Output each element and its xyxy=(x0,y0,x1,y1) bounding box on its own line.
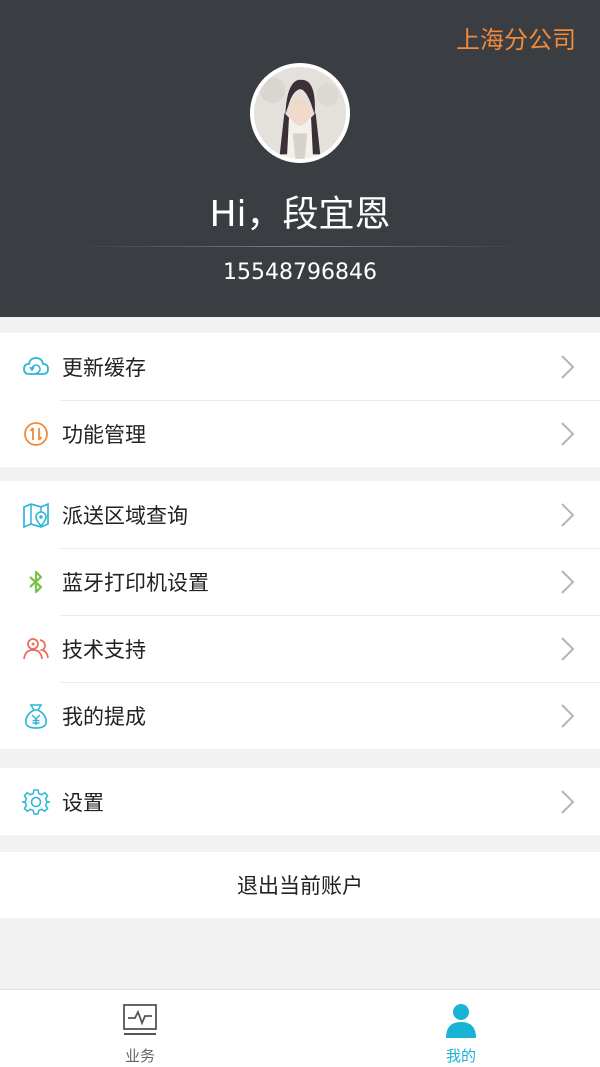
menu-item-tech-support[interactable]: 技术支持 xyxy=(0,615,600,682)
menu-item-feature-management[interactable]: 功能管理 xyxy=(0,400,600,467)
chevron-right-icon xyxy=(560,789,576,815)
activity-monitor-icon xyxy=(122,1002,158,1038)
chevron-right-icon xyxy=(560,421,576,447)
menu-group-cache: 更新缓存 功能管理 xyxy=(0,333,600,467)
tab-label: 我的 xyxy=(445,1047,476,1065)
menu-item-settings[interactable]: 设置 xyxy=(0,768,600,835)
menu-item-label: 我的提成 xyxy=(62,704,146,729)
menu-item-update-cache[interactable]: 更新缓存 xyxy=(0,333,600,400)
gear-icon xyxy=(22,788,50,816)
cloud-refresh-icon xyxy=(22,353,50,381)
menu-group-tools: 派送区域查询 蓝牙打印机设置 技术支持 我的提成 xyxy=(0,481,600,749)
logout-button[interactable]: 退出当前账户 xyxy=(0,852,600,918)
chevron-right-icon xyxy=(560,703,576,729)
bottom-tab-bar: 业务 我的 xyxy=(0,989,600,1067)
menu-item-label: 技术支持 xyxy=(62,637,146,662)
menu-item-delivery-area[interactable]: 派送区域查询 xyxy=(0,481,600,548)
bluetooth-icon xyxy=(22,568,50,596)
map-pin-icon xyxy=(22,501,50,529)
tab-mine[interactable]: 我的 xyxy=(401,990,521,1067)
chevron-right-icon xyxy=(560,502,576,528)
user-icon xyxy=(443,1002,479,1038)
tab-label: 业务 xyxy=(124,1047,155,1065)
chevron-right-icon xyxy=(560,569,576,595)
money-bag-icon xyxy=(22,702,50,730)
chevron-right-icon xyxy=(560,354,576,380)
swap-circle-icon xyxy=(22,420,50,448)
menu-item-label: 蓝牙打印机设置 xyxy=(62,570,209,595)
header-divider xyxy=(70,246,530,247)
greeting-text: Hi，段宜恩 xyxy=(209,194,391,235)
tab-business[interactable]: 业务 xyxy=(80,990,200,1067)
avatar[interactable] xyxy=(250,63,350,163)
support-people-icon xyxy=(22,635,50,663)
menu-item-label: 功能管理 xyxy=(62,422,146,447)
profile-header: 上海分公司 Hi，段宜恩 15548796846 xyxy=(0,0,600,317)
menu-item-label: 设置 xyxy=(62,790,104,815)
menu-item-my-commission[interactable]: 我的提成 xyxy=(0,682,600,749)
menu-item-label: 更新缓存 xyxy=(62,355,146,380)
menu-group-settings: 设置 xyxy=(0,768,600,835)
phone-number: 15548796846 xyxy=(223,260,377,285)
chevron-right-icon xyxy=(560,636,576,662)
menu-item-label: 派送区域查询 xyxy=(62,503,188,528)
menu-item-bluetooth-printer[interactable]: 蓝牙打印机设置 xyxy=(0,548,600,615)
branch-name[interactable]: 上海分公司 xyxy=(456,20,576,55)
